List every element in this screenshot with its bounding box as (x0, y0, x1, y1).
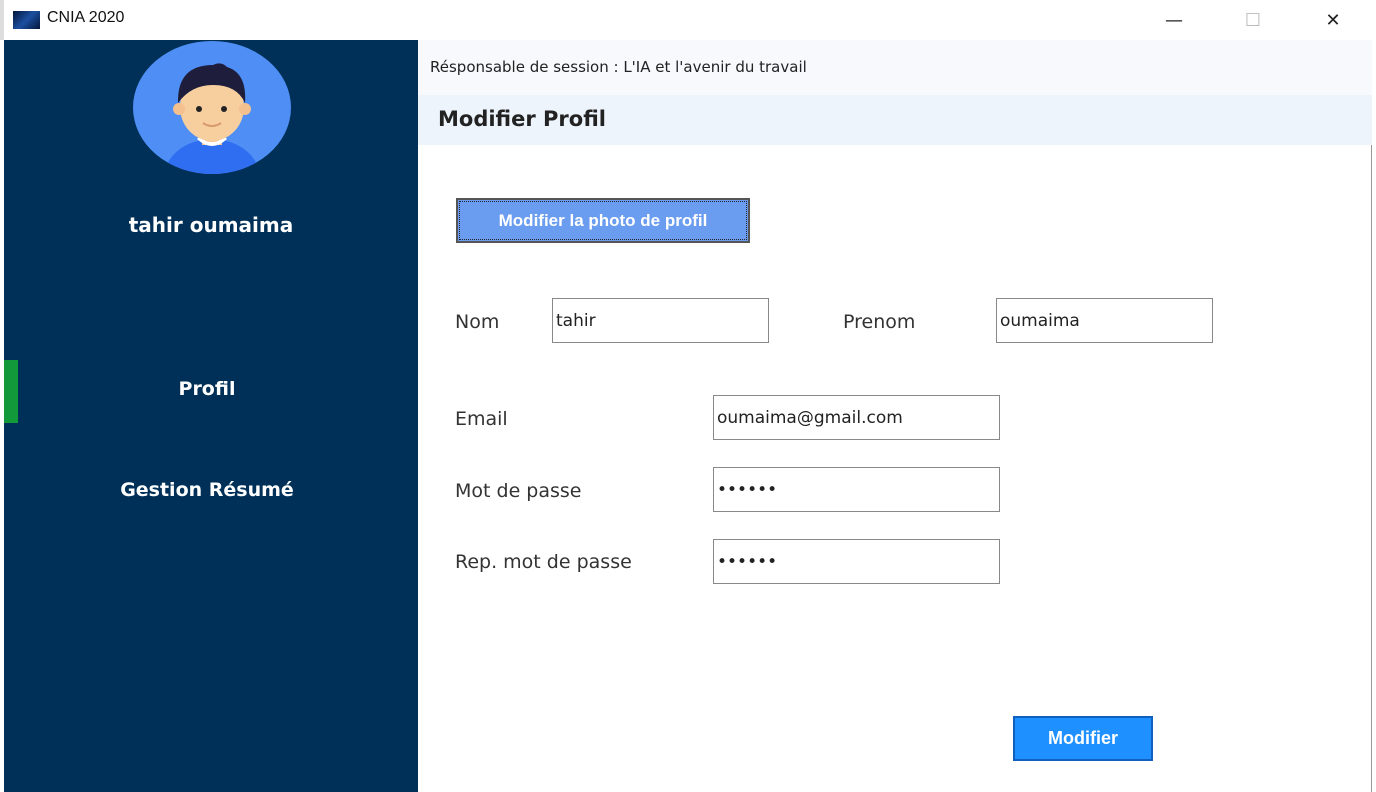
prenom-label: Prenom (843, 311, 916, 333)
prenom-input[interactable] (996, 298, 1213, 343)
email-label: Email (455, 408, 508, 430)
repeat-password-label: Rep. mot de passe (455, 551, 632, 573)
submit-button[interactable]: Modifier (1013, 716, 1153, 761)
sidebar-item-gestion-resume[interactable]: Gestion Résumé (4, 479, 410, 501)
email-input[interactable] (713, 395, 1000, 440)
title-bar: CNIA 2020 — ☐ ✕ (0, 0, 1376, 40)
user-avatar-icon (163, 63, 261, 174)
nom-input[interactable] (552, 298, 769, 343)
minimize-button[interactable]: — (1151, 4, 1197, 36)
main-panel: Résponsable de session : L'IA et l'aveni… (418, 40, 1372, 792)
user-name: tahir oumaima (128, 213, 294, 237)
maximize-button[interactable]: ☐ (1230, 4, 1276, 36)
sidebar: tahir oumaima Profil Gestion Résumé (4, 40, 418, 792)
close-button[interactable]: ✕ (1310, 4, 1356, 36)
password-label: Mot de passe (455, 480, 582, 502)
sidebar-item-profil[interactable]: Profil (4, 378, 410, 400)
session-label: Résponsable de session : L'IA et l'aveni… (418, 40, 1372, 95)
page-title: Modifier Profil (418, 95, 1372, 145)
app-icon (13, 11, 40, 29)
avatar (133, 41, 291, 174)
change-photo-button[interactable]: Modifier la photo de profil (456, 198, 750, 243)
nom-label: Nom (455, 311, 500, 333)
window-title: CNIA 2020 (47, 9, 125, 26)
repeat-password-input[interactable] (713, 539, 1000, 584)
password-input[interactable] (713, 467, 1000, 512)
